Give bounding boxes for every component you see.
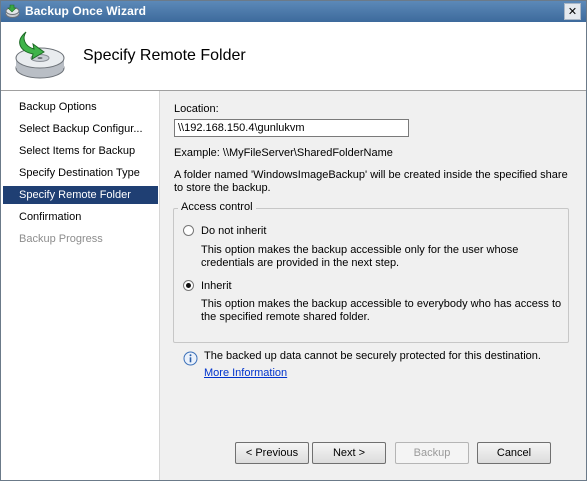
close-icon: ✕ bbox=[567, 6, 578, 18]
backup-button: Backup bbox=[395, 442, 469, 464]
close-button[interactable]: ✕ bbox=[564, 3, 581, 20]
step-select-items-for-backup[interactable]: Select Items for Backup bbox=[3, 142, 158, 160]
folder-note-line1: A folder named 'WindowsImageBackup' will… bbox=[174, 169, 568, 181]
wizard-header: Specify Remote Folder bbox=[1, 22, 586, 91]
cancel-button[interactable]: Cancel bbox=[477, 442, 551, 464]
location-label: Location: bbox=[174, 103, 219, 115]
wizard-window: Backup Once Wizard ✕ Specify Remote Fold… bbox=[0, 0, 587, 481]
step-select-backup-configuration[interactable]: Select Backup Configur... bbox=[3, 120, 158, 138]
step-backup-options[interactable]: Backup Options bbox=[3, 98, 158, 116]
do-not-inherit-radio[interactable] bbox=[183, 225, 194, 236]
info-message: The backed up data cannot be securely pr… bbox=[204, 350, 541, 362]
window-title: Backup Once Wizard bbox=[25, 4, 147, 18]
next-button[interactable]: Next > bbox=[312, 442, 386, 464]
folder-note-line2: to store the backup. bbox=[174, 182, 271, 194]
do-not-inherit-desc-line1: This option makes the backup accessible … bbox=[201, 244, 519, 256]
info-icon bbox=[183, 351, 198, 366]
step-specify-destination-type[interactable]: Specify Destination Type bbox=[3, 164, 158, 182]
backup-app-icon bbox=[5, 4, 20, 18]
wizard-content: Location: \\192.168.150.4\gunlukvm Examp… bbox=[160, 91, 586, 480]
do-not-inherit-desc-line2: credentials are provided in the next ste… bbox=[201, 257, 400, 269]
page-title: Specify Remote Folder bbox=[83, 47, 246, 64]
location-input[interactable]: \\192.168.150.4\gunlukvm bbox=[174, 119, 409, 137]
backup-disk-arrow-icon bbox=[15, 31, 65, 79]
inherit-desc-line2: the specified remote shared folder. bbox=[201, 311, 370, 323]
step-specify-remote-folder[interactable]: Specify Remote Folder bbox=[3, 186, 158, 204]
location-example: Example: \\MyFileServer\SharedFolderName bbox=[174, 147, 393, 159]
step-backup-progress: Backup Progress bbox=[19, 233, 103, 245]
previous-button[interactable]: < Previous bbox=[235, 442, 309, 464]
do-not-inherit-label[interactable]: Do not inherit bbox=[201, 225, 266, 237]
inherit-radio[interactable] bbox=[183, 280, 194, 291]
access-control-legend: Access control bbox=[178, 201, 256, 213]
inherit-label[interactable]: Inherit bbox=[201, 280, 232, 292]
wizard-steps-sidebar: Backup Options Select Backup Configur...… bbox=[1, 91, 160, 480]
title-bar[interactable]: Backup Once Wizard ✕ bbox=[1, 1, 586, 22]
radio-selected-dot bbox=[186, 283, 191, 288]
step-confirmation[interactable]: Confirmation bbox=[3, 208, 158, 226]
inherit-desc-line1: This option makes the backup accessible … bbox=[201, 298, 562, 310]
more-information-link[interactable]: More Information bbox=[204, 367, 287, 379]
